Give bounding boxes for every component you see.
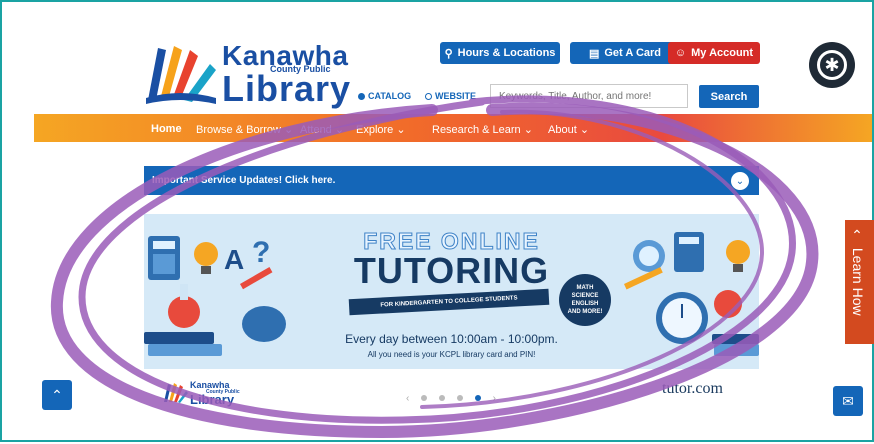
subject-math: MATH bbox=[576, 285, 594, 291]
radio-dot-icon bbox=[425, 92, 432, 100]
hours-locations-button[interactable]: ⚲ Hours & Locations bbox=[440, 42, 560, 64]
radio-website[interactable]: WEBSITE bbox=[425, 91, 476, 101]
nav-research-learn[interactable]: Research & Learn ⌄ bbox=[432, 123, 533, 136]
service-updates-text: Important Service Updates! Click here. bbox=[152, 175, 336, 186]
logo-book-icon bbox=[164, 383, 188, 403]
get-card-label: Get A Card bbox=[604, 47, 662, 59]
bottom-library-logo: Kanawha County Public Library bbox=[162, 380, 252, 408]
tutoring-banner[interactable]: A ? FREE ONLINE TUTORING FOR KINDERGARTE… bbox=[144, 214, 759, 369]
subject-science: SCIENCE bbox=[571, 293, 599, 299]
carousel-dot[interactable] bbox=[421, 395, 428, 401]
banner-title-tutoring: TUTORING bbox=[353, 250, 550, 291]
logo-book-icon bbox=[146, 46, 216, 104]
bottom-logo-word2: Library bbox=[190, 392, 235, 407]
subject-english: ENGLISH bbox=[571, 301, 599, 307]
location-pin-icon: ⚲ bbox=[444, 47, 453, 60]
accessibility-button[interactable]: ✱ bbox=[809, 42, 855, 88]
search-button[interactable]: Search bbox=[699, 85, 759, 108]
nav-browse-borrow-label: Browse & Borrow bbox=[196, 124, 281, 136]
nav-research-learn-label: Research & Learn bbox=[432, 124, 521, 136]
chevron-right-icon[interactable]: › bbox=[493, 393, 496, 404]
chevron-down-icon: ⌄ bbox=[523, 124, 533, 136]
nav-browse-borrow[interactable]: Browse & Borrow ⌄ bbox=[196, 123, 293, 136]
radio-dot-selected-icon bbox=[358, 92, 365, 100]
hours-locations-label: Hours & Locations bbox=[457, 47, 556, 59]
carousel-dot[interactable] bbox=[439, 395, 446, 401]
learn-how-text: Learn How bbox=[850, 247, 866, 316]
my-account-button[interactable]: ☺ My Account bbox=[668, 42, 760, 64]
chevron-left-icon[interactable]: ‹ bbox=[406, 393, 409, 404]
service-updates-bar[interactable]: Important Service Updates! Click here. ⌄ bbox=[144, 166, 759, 195]
nav-about-label: About bbox=[548, 124, 577, 136]
chevron-down-icon: ⌄ bbox=[334, 124, 345, 136]
tutor-com-logo: tutor.com bbox=[662, 380, 723, 397]
flask-icon bbox=[714, 290, 742, 318]
banner-hours-text: Every day between 10:00am - 10:00pm. bbox=[345, 332, 558, 346]
banner-subjects-badge: MATH SCIENCE ENGLISH AND MORE! bbox=[559, 274, 611, 326]
my-account-label: My Account bbox=[691, 47, 754, 59]
nav-attend[interactable]: Attend ⌄ bbox=[300, 123, 344, 136]
user-icon: ☺ bbox=[674, 47, 687, 59]
chat-button[interactable]: ✉ bbox=[833, 386, 863, 416]
nav-home[interactable]: Home bbox=[151, 123, 182, 135]
back-to-top-button[interactable]: ⌃ bbox=[42, 380, 72, 410]
carousel-pager: ‹ › bbox=[406, 388, 496, 408]
logo-word-library: Library bbox=[222, 68, 352, 109]
carousel-dot[interactable] bbox=[456, 395, 463, 401]
search-input[interactable] bbox=[490, 84, 688, 108]
card-icon: ▤ bbox=[588, 47, 600, 60]
learn-how-tab[interactable]: ⌃ Learn How bbox=[845, 220, 874, 344]
subject-more: AND MORE! bbox=[567, 309, 603, 315]
banner-card-text: All you need is your KCPL library card a… bbox=[367, 350, 536, 359]
main-nav: Home Browse & Borrow ⌄ Attend ⌄ Explore … bbox=[34, 114, 872, 142]
nav-attend-label: Attend bbox=[300, 124, 332, 136]
chevron-up-icon: ⌃ bbox=[850, 228, 866, 244]
radio-catalog-label: CATALOG bbox=[368, 91, 412, 101]
learn-how-label: ⌃ Learn How bbox=[850, 228, 866, 316]
chevron-down-icon: ⌄ bbox=[579, 124, 590, 136]
nav-explore[interactable]: Explore ⌄ bbox=[356, 123, 406, 136]
flask-icon bbox=[168, 296, 200, 328]
radio-website-label: WEBSITE bbox=[435, 91, 477, 101]
nav-explore-label: Explore bbox=[356, 124, 394, 136]
radio-catalog[interactable]: CATALOG bbox=[358, 91, 411, 101]
chevron-down-icon[interactable]: ⌄ bbox=[731, 172, 749, 190]
carousel-dot-active[interactable] bbox=[474, 395, 481, 401]
library-logo[interactable]: Kanawha County Public Library bbox=[144, 40, 350, 109]
get-card-button[interactable]: ▤ Get A Card bbox=[570, 42, 680, 64]
chevron-down-icon: ⌄ bbox=[284, 124, 294, 136]
chevron-down-icon: ⌄ bbox=[396, 124, 406, 136]
chat-icon: ✉ bbox=[842, 392, 854, 409]
nav-about[interactable]: About ⌄ bbox=[548, 123, 589, 136]
accessibility-icon: ✱ bbox=[817, 50, 847, 80]
chevron-up-icon: ⌃ bbox=[51, 386, 63, 403]
